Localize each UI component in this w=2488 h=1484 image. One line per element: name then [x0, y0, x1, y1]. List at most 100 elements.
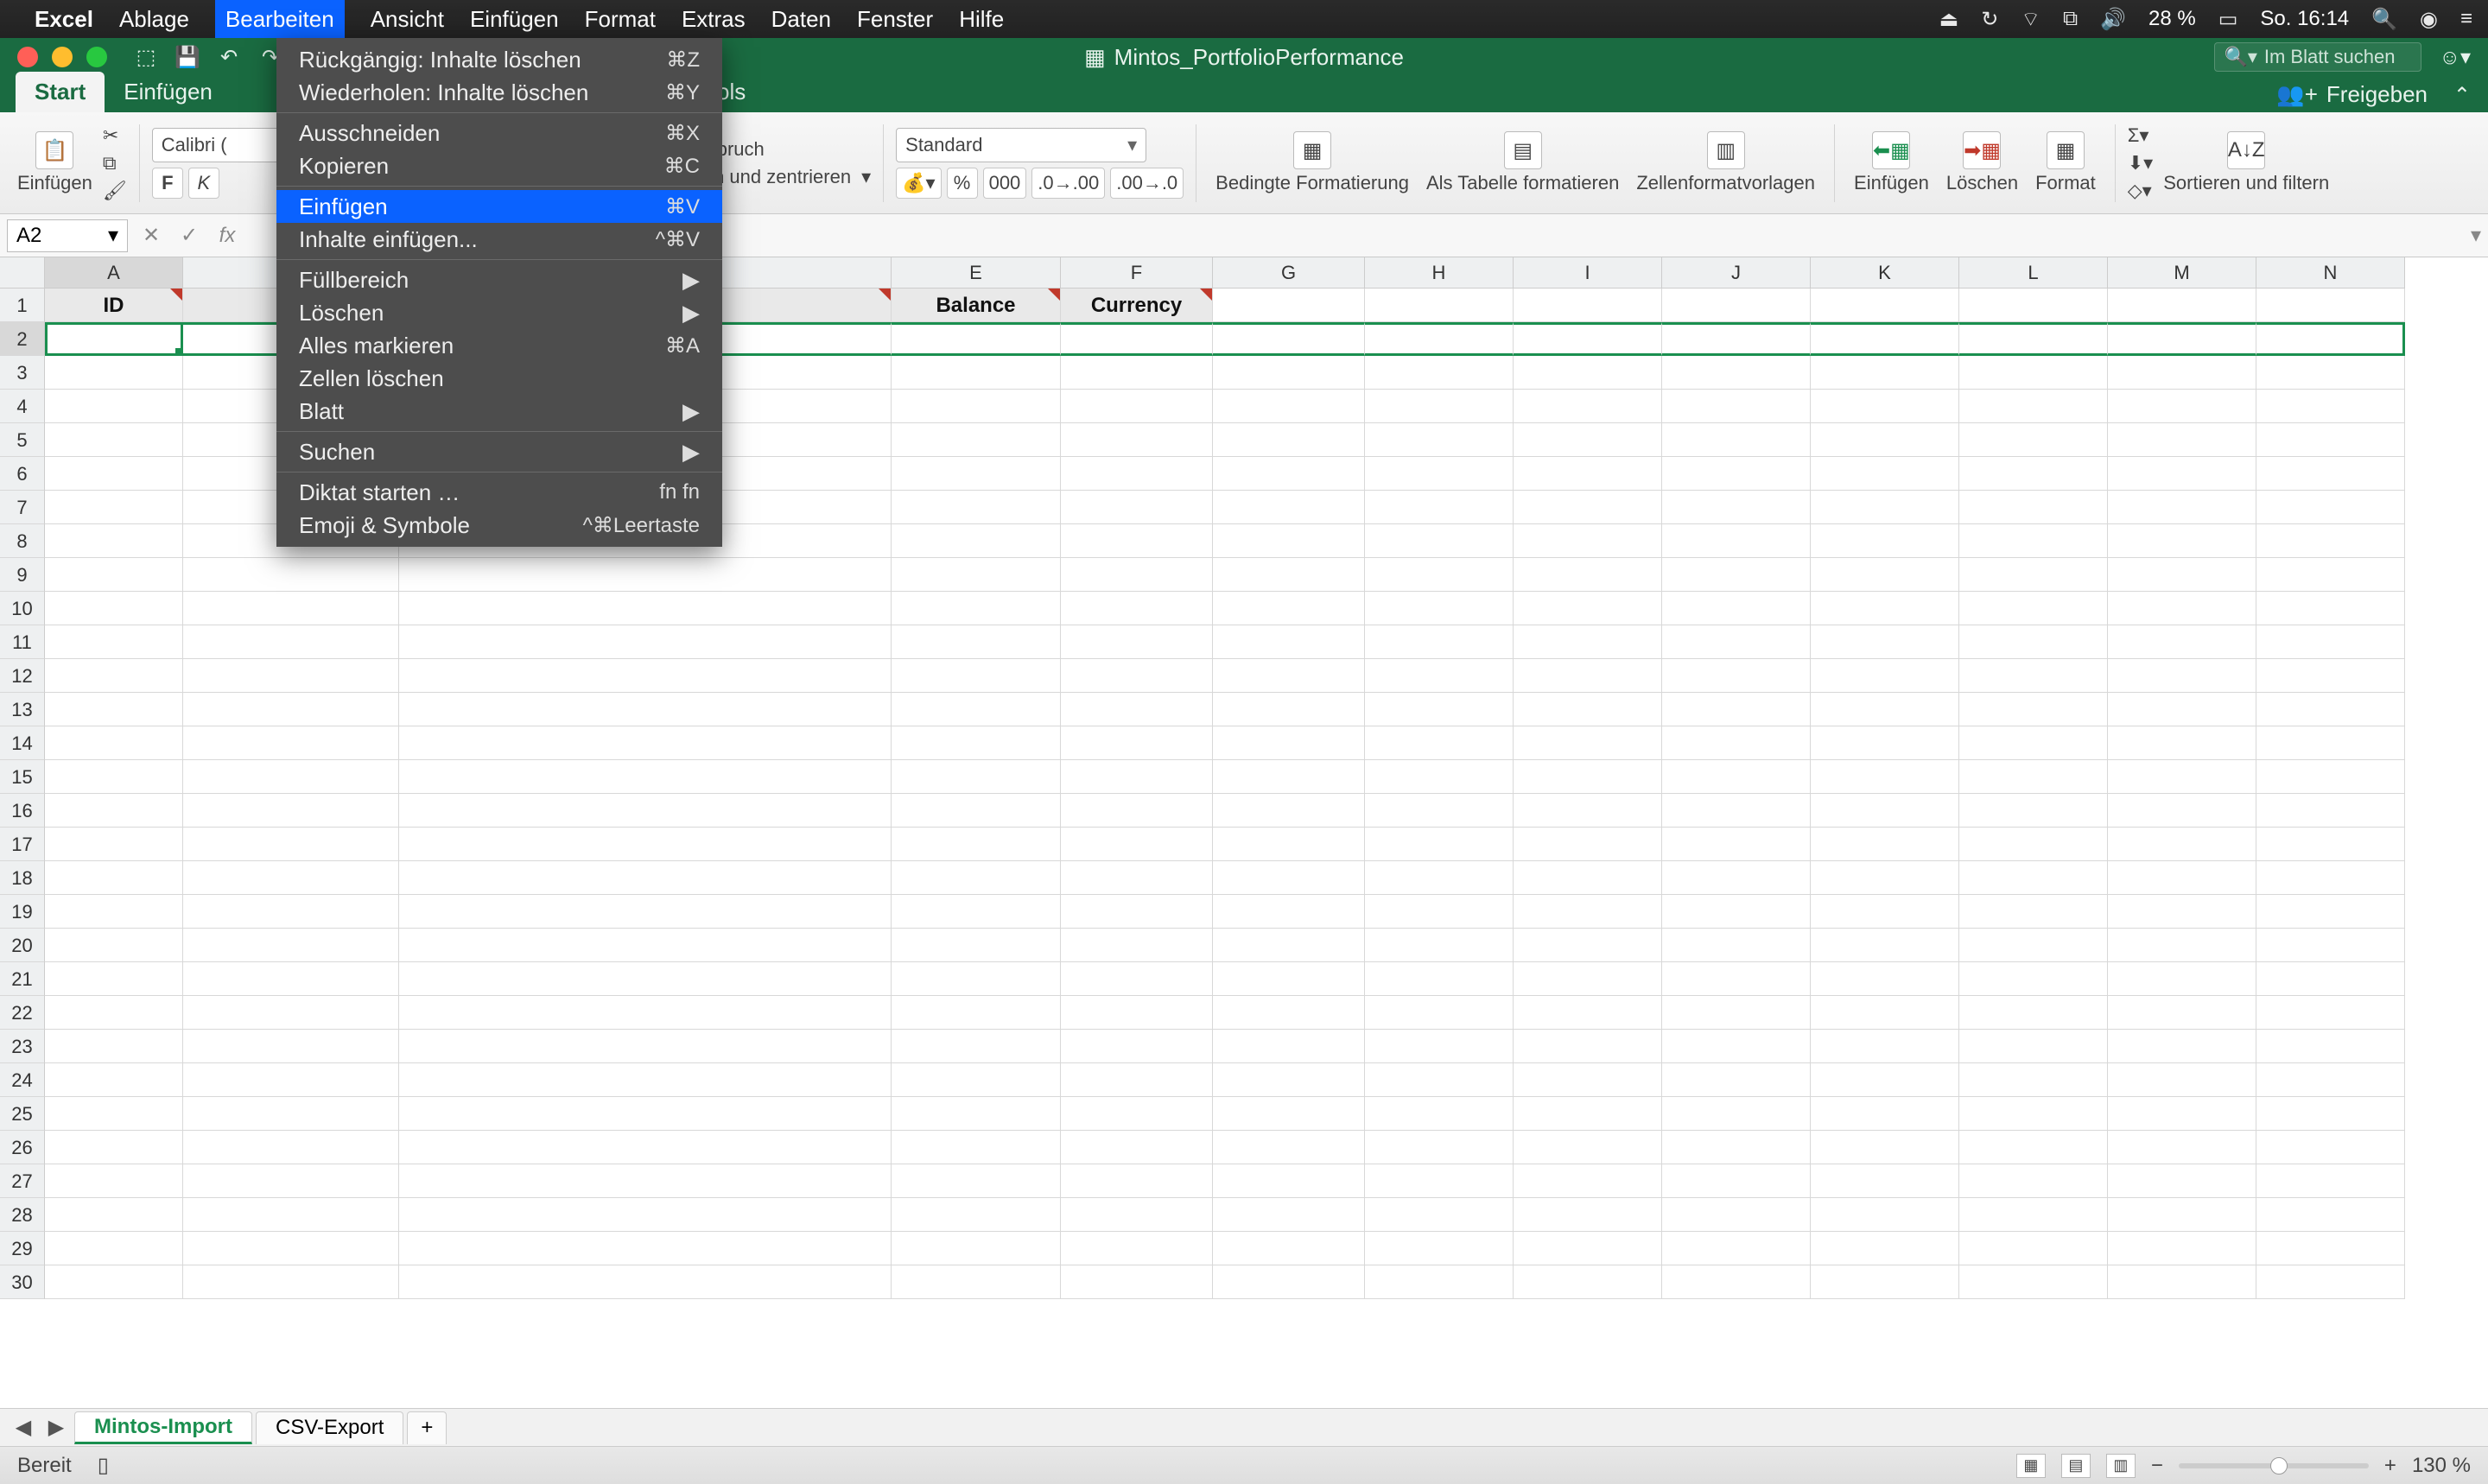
cell[interactable] [45, 1030, 183, 1063]
cell[interactable] [2256, 592, 2405, 625]
cell[interactable] [1662, 760, 1811, 794]
cell[interactable] [45, 558, 183, 592]
cell[interactable] [1061, 996, 1213, 1030]
cell[interactable] [1959, 423, 2108, 457]
cell[interactable] [2256, 423, 2405, 457]
cell[interactable] [183, 1131, 399, 1164]
cell[interactable] [1811, 828, 1959, 861]
cell[interactable] [1662, 1131, 1811, 1164]
col-header-K[interactable]: K [1811, 257, 1959, 289]
row-header[interactable]: 30 [0, 1265, 45, 1299]
cell[interactable] [1514, 659, 1662, 693]
cell[interactable] [45, 1232, 183, 1265]
cell[interactable] [1061, 828, 1213, 861]
cell[interactable] [1213, 390, 1365, 423]
cell[interactable] [399, 659, 892, 693]
cell[interactable] [1811, 726, 1959, 760]
cell[interactable] [1061, 1097, 1213, 1131]
cell[interactable] [1811, 289, 1959, 322]
minimize-window-button[interactable] [52, 47, 73, 67]
cell[interactable] [1959, 491, 2108, 524]
qat-home-icon[interactable]: ⬚ [133, 44, 159, 70]
cell[interactable] [183, 895, 399, 929]
cell[interactable] [1514, 861, 1662, 895]
cell[interactable] [1662, 1097, 1811, 1131]
col-header-F[interactable]: F [1061, 257, 1213, 289]
cell[interactable] [1514, 289, 1662, 322]
cell[interactable] [2108, 929, 2256, 962]
cell[interactable] [45, 592, 183, 625]
cell[interactable] [2256, 1232, 2405, 1265]
cell[interactable] [1811, 659, 1959, 693]
row-header[interactable]: 4 [0, 390, 45, 423]
cell[interactable] [1213, 1131, 1365, 1164]
cell[interactable] [1365, 693, 1514, 726]
cell[interactable] [399, 1131, 892, 1164]
cell[interactable] [2108, 390, 2256, 423]
macro-rec-icon[interactable]: ▯ [98, 1453, 109, 1478]
cell[interactable] [892, 423, 1061, 457]
cell[interactable] [1213, 289, 1365, 322]
cell[interactable] [2108, 828, 2256, 861]
dec-decimal-button[interactable]: .00→.0 [1110, 168, 1184, 199]
cell[interactable] [183, 592, 399, 625]
cell[interactable] [1213, 760, 1365, 794]
autosum-icon[interactable]: Σ▾ [2128, 124, 2153, 147]
cell[interactable] [1213, 423, 1365, 457]
row-header[interactable]: 21 [0, 962, 45, 996]
cell[interactable] [1061, 794, 1213, 828]
cell[interactable] [183, 659, 399, 693]
cell[interactable] [892, 996, 1061, 1030]
cell[interactable] [1662, 996, 1811, 1030]
menu-item[interactable]: Alles markieren⌘A [276, 329, 722, 362]
timemachine-icon[interactable]: ↻ [1981, 7, 1998, 32]
row-header[interactable]: 22 [0, 996, 45, 1030]
row-header[interactable]: 26 [0, 1131, 45, 1164]
cell[interactable] [2108, 1030, 2256, 1063]
cell[interactable] [1514, 726, 1662, 760]
cell[interactable] [45, 996, 183, 1030]
cell[interactable] [1959, 861, 2108, 895]
cell[interactable] [1662, 659, 1811, 693]
cell[interactable] [1213, 1232, 1365, 1265]
row-header[interactable]: 11 [0, 625, 45, 659]
cell[interactable] [183, 996, 399, 1030]
cell[interactable] [1061, 558, 1213, 592]
cell[interactable] [1213, 1030, 1365, 1063]
cond-format-button[interactable]: ▦Bedingte Formatierung [1209, 128, 1416, 197]
cell[interactable] [2256, 491, 2405, 524]
cell[interactable] [1365, 1030, 1514, 1063]
row-header[interactable]: 7 [0, 491, 45, 524]
cell[interactable] [399, 726, 892, 760]
cell[interactable] [1959, 592, 2108, 625]
cell[interactable] [1213, 929, 1365, 962]
cell[interactable] [892, 760, 1061, 794]
cell-styles-button[interactable]: ▥Zellenformatvorlagen [1629, 128, 1822, 197]
cell[interactable] [1811, 794, 1959, 828]
cell[interactable] [1365, 356, 1514, 390]
cell[interactable] [1959, 625, 2108, 659]
cell[interactable] [1959, 1063, 2108, 1097]
select-all-corner[interactable] [0, 257, 45, 289]
cell[interactable] [892, 592, 1061, 625]
col-header-M[interactable]: M [2108, 257, 2256, 289]
cell[interactable] [1811, 1097, 1959, 1131]
col-header-H[interactable]: H [1365, 257, 1514, 289]
cell[interactable] [1061, 726, 1213, 760]
cut-icon[interactable]: ✂︎ [103, 124, 127, 147]
cell[interactable] [183, 760, 399, 794]
cell[interactable] [892, 1030, 1061, 1063]
cell[interactable] [1514, 1131, 1662, 1164]
cell[interactable] [1514, 1265, 1662, 1299]
cell[interactable] [892, 491, 1061, 524]
tab-einfuegen[interactable]: Einfügen [105, 72, 232, 112]
cell[interactable] [1061, 390, 1213, 423]
app-name[interactable]: Excel [35, 6, 93, 33]
cell[interactable] [2108, 895, 2256, 929]
row-header[interactable]: 1 [0, 289, 45, 322]
cell[interactable] [1959, 356, 2108, 390]
cell[interactable] [1213, 828, 1365, 861]
row-header[interactable]: 27 [0, 1164, 45, 1198]
cell[interactable] [1959, 322, 2108, 356]
menu-ablage[interactable]: Ablage [119, 6, 189, 33]
